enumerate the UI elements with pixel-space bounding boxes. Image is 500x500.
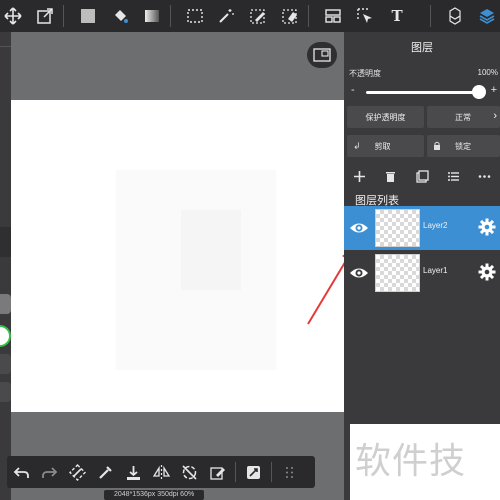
toolbar-divider (430, 5, 432, 27)
transform-icon[interactable] (63, 458, 91, 486)
protect-alpha-button[interactable]: 保护透明度 (347, 106, 424, 128)
protect-alpha-label: 保护透明度 (365, 112, 406, 122)
clip-button[interactable]: ↲ 剪取 (347, 135, 424, 157)
toolbar-divider (308, 5, 310, 27)
fill-color-icon[interactable] (75, 3, 101, 29)
top-toolbar: T (0, 0, 500, 32)
toolbar-divider (169, 5, 171, 27)
text-tool-icon[interactable]: T (384, 3, 410, 29)
frame-tool-icon[interactable] (320, 3, 346, 29)
layer-row[interactable]: Layer2 (344, 206, 500, 250)
material-tool-icon[interactable] (442, 3, 468, 29)
layers-tool-icon[interactable] (474, 3, 500, 29)
side-panel-button[interactable] (0, 354, 11, 374)
chevron-right-icon: › (493, 110, 497, 122)
gear-icon[interactable] (478, 218, 496, 236)
gradient-tool-icon[interactable] (139, 3, 165, 29)
toolbar-divider (231, 458, 239, 486)
opacity-value: 100% (477, 68, 498, 77)
menu-grip-icon[interactable] (275, 458, 303, 486)
clip-lock-row: ↲ 剪取 锁定 (347, 135, 500, 157)
side-panel-divider (0, 46, 11, 47)
left-side-panel (0, 32, 11, 500)
watermark-text: 软件技巧 (350, 424, 500, 500)
duplicate-layer-icon[interactable] (406, 164, 437, 188)
snap-icon[interactable] (239, 458, 267, 486)
layer-options-row: 保护透明度 正常 › (347, 106, 500, 128)
select-move-tool-icon[interactable] (352, 3, 378, 29)
edit-icon[interactable] (203, 458, 231, 486)
opacity-decrease-button[interactable]: - (351, 84, 355, 96)
clip-icon: ↲ (353, 140, 361, 151)
transform-tool-icon[interactable] (32, 3, 58, 29)
undo-icon[interactable] (7, 458, 35, 486)
visibility-eye-icon[interactable] (349, 264, 369, 282)
canvas-faint-shape (181, 210, 241, 290)
opacity-slider-track[interactable] (366, 91, 482, 94)
side-panel-button[interactable] (0, 294, 11, 314)
canvas-workspace[interactable] (11, 32, 344, 500)
move-tool-icon[interactable] (0, 3, 26, 29)
save-icon[interactable] (119, 458, 147, 486)
drawing-canvas[interactable] (11, 100, 344, 412)
layer-thumbnail (375, 254, 420, 292)
eyedropper-icon[interactable] (91, 458, 119, 486)
opacity-increase-button[interactable]: + (491, 84, 497, 96)
lock-icon (433, 141, 441, 152)
toolbar-divider (62, 5, 64, 27)
opacity-slider-knob[interactable] (472, 85, 486, 99)
flip-icon[interactable] (147, 458, 175, 486)
opacity-row: 不透明度 100% (344, 64, 500, 82)
text-tool-label: T (391, 7, 403, 25)
layer-list-icon[interactable] (438, 164, 469, 188)
redo-icon[interactable] (35, 458, 63, 486)
opacity-label: 不透明度 (349, 69, 381, 78)
magic-wand-tool-icon[interactable] (214, 3, 240, 29)
layer-thumbnail (375, 209, 420, 247)
lock-label: 锁定 (455, 141, 471, 151)
select-rect-tool-icon[interactable] (182, 3, 208, 29)
panel-title: 图层 (411, 42, 433, 54)
gear-icon[interactable] (478, 263, 496, 281)
layer-row[interactable]: Layer1 (344, 251, 500, 295)
rotate-icon[interactable] (175, 458, 203, 486)
navigator-icon (313, 48, 331, 62)
more-options-icon[interactable] (469, 164, 500, 188)
navigator-button[interactable] (307, 42, 337, 68)
select-pen-tool-icon[interactable] (245, 3, 271, 29)
blend-mode-value: 正常 (455, 112, 471, 122)
lock-button[interactable]: 锁定 (427, 135, 500, 157)
clip-label: 剪取 (374, 141, 391, 151)
layer-actions-bar (344, 164, 500, 188)
delete-layer-icon[interactable] (375, 164, 406, 188)
layer-name: Layer1 (423, 266, 448, 275)
add-layer-icon[interactable] (344, 164, 375, 188)
toolbar-divider (267, 458, 275, 486)
layer-name: Layer2 (423, 221, 448, 230)
select-eraser-tool-icon[interactable] (277, 3, 303, 29)
app-window: T 2048*1536px 350dpi 60% 图层 不透明度 100% - … (0, 0, 500, 500)
bottom-toolbar (7, 456, 315, 488)
blend-mode-select[interactable]: 正常 › (427, 106, 500, 128)
color-indicator-icon[interactable] (0, 325, 11, 347)
side-panel-button[interactable] (0, 382, 11, 402)
visibility-eye-icon[interactable] (349, 219, 369, 237)
side-panel-shadow (0, 227, 11, 257)
opacity-slider-row: - + (344, 82, 500, 102)
bucket-tool-icon[interactable] (107, 3, 133, 29)
canvas-status-text: 2048*1536px 350dpi 60% (104, 490, 205, 500)
